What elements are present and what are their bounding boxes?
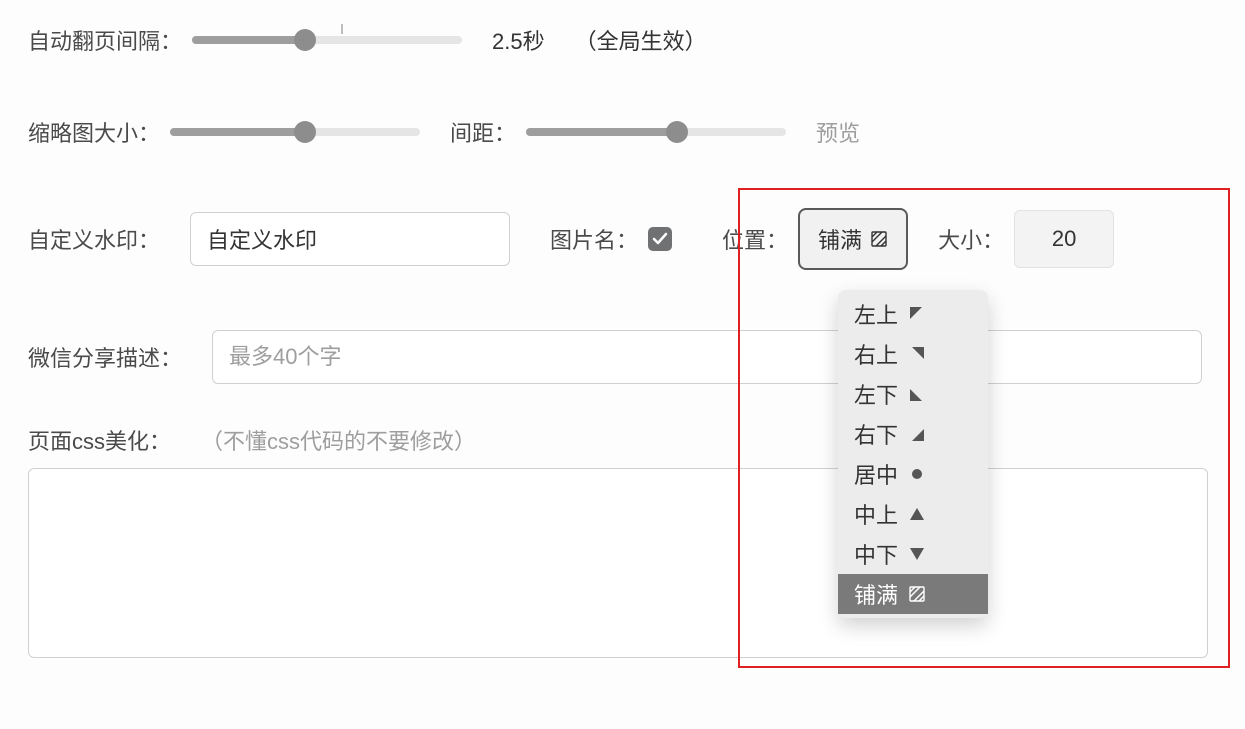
- option-label: 右下: [854, 418, 898, 450]
- watermark-input[interactable]: [190, 212, 510, 266]
- position-option-top-right[interactable]: 右上: [838, 334, 988, 374]
- fill-icon: [908, 585, 926, 603]
- position-label: 位置：: [722, 223, 788, 255]
- position-option-fill[interactable]: 铺满: [838, 574, 988, 614]
- triangle-up-icon: [908, 505, 926, 523]
- position-option-top-center[interactable]: 中上: [838, 494, 988, 534]
- thumb-size-label: 缩略图大小：: [28, 116, 160, 148]
- preview-link[interactable]: 预览: [816, 116, 860, 148]
- css-beautify-hint: （不懂css代码的不要修改）: [201, 424, 476, 456]
- watermark-label: 自定义水印：: [28, 223, 160, 255]
- wechat-desc-label: 微信分享描述：: [28, 341, 182, 373]
- option-label: 左上: [854, 298, 898, 330]
- spacing-slider[interactable]: [526, 128, 786, 136]
- image-name-label: 图片名：: [550, 223, 638, 255]
- center-icon: [908, 465, 926, 483]
- option-label: 左下: [854, 378, 898, 410]
- corner-top-right-icon: [908, 345, 926, 363]
- corner-bottom-left-icon: [908, 385, 926, 403]
- position-option-bottom-left[interactable]: 左下: [838, 374, 988, 414]
- spacing-label: 间距：: [450, 116, 516, 148]
- size-label: 大小：: [938, 223, 1004, 255]
- position-option-center[interactable]: 居中: [838, 454, 988, 494]
- auto-page-value: 2.5秒: [492, 24, 545, 56]
- auto-page-slider[interactable]: [192, 36, 462, 44]
- thumb-size-slider[interactable]: [170, 128, 420, 136]
- auto-page-label: 自动翻页间隔：: [28, 24, 182, 56]
- triangle-down-icon: [908, 545, 926, 563]
- css-beautify-textarea[interactable]: [28, 468, 1208, 658]
- position-select-value: 铺满: [818, 223, 862, 255]
- option-label: 居中: [854, 458, 898, 490]
- option-label: 铺满: [854, 578, 898, 610]
- corner-top-left-icon: [908, 305, 926, 323]
- wechat-desc-input[interactable]: [212, 330, 1202, 384]
- corner-bottom-right-icon: [908, 425, 926, 443]
- css-beautify-label: 页面css美化：: [28, 424, 171, 456]
- position-option-top-left[interactable]: 左上: [838, 294, 988, 334]
- fill-icon: [870, 230, 888, 248]
- image-name-checkbox[interactable]: [648, 227, 672, 251]
- option-label: 中下: [854, 538, 898, 570]
- option-label: 中上: [854, 498, 898, 530]
- position-select[interactable]: 铺满: [798, 208, 908, 270]
- auto-page-note: （全局生效）: [575, 24, 707, 56]
- option-label: 右上: [854, 338, 898, 370]
- position-option-bottom-center[interactable]: 中下: [838, 534, 988, 574]
- size-input[interactable]: [1014, 210, 1114, 268]
- position-dropdown[interactable]: 左上 右上 左下 右下 居中: [838, 290, 988, 618]
- position-option-bottom-right[interactable]: 右下: [838, 414, 988, 454]
